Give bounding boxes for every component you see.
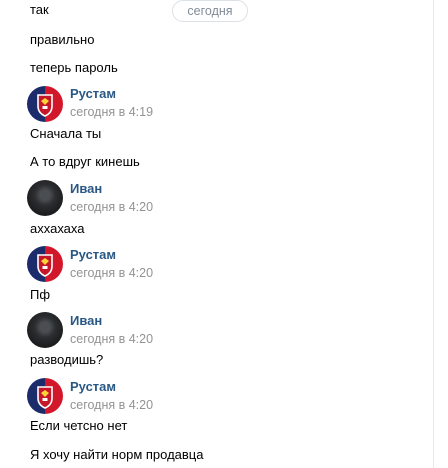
message-text: правильно [30,32,95,47]
message-time[interactable]: сегодня в 4:20 [70,199,153,215]
avatar[interactable] [27,180,63,216]
message-text: Если четсно нет [30,418,128,433]
message-text: так [30,2,49,17]
author-name[interactable]: Иван [70,181,102,197]
author-name[interactable]: Рустам [70,379,116,395]
message-text: теперь пароль [30,60,118,75]
author-name[interactable]: Иван [70,313,102,329]
message-time[interactable]: сегодня в 4:20 [70,265,153,281]
message-text: А то вдруг кинешь [30,154,140,169]
message-time[interactable]: сегодня в 4:20 [70,397,153,413]
message-text: аххахаха [30,221,85,236]
avatar[interactable] [27,312,63,348]
message-text: разводишь? [30,352,104,367]
message-time[interactable]: сегодня в 4:20 [70,331,153,347]
cska-logo-icon [37,94,53,117]
message-text: Пф [30,287,51,302]
author-name[interactable]: Рустам [70,247,116,263]
panel-divider [433,0,434,468]
avatar[interactable] [27,246,63,282]
message-text: Сначала ты [30,126,102,141]
author-name[interactable]: Рустам [70,86,116,102]
date-separator[interactable]: сегодня [172,0,248,22]
message-text: Я хочу найти норм продавца [30,447,204,462]
avatar[interactable] [27,86,63,122]
cska-logo-icon [37,254,53,277]
cska-logo-icon [37,386,53,409]
avatar[interactable] [27,378,63,414]
message-time[interactable]: сегодня в 4:19 [70,104,153,120]
